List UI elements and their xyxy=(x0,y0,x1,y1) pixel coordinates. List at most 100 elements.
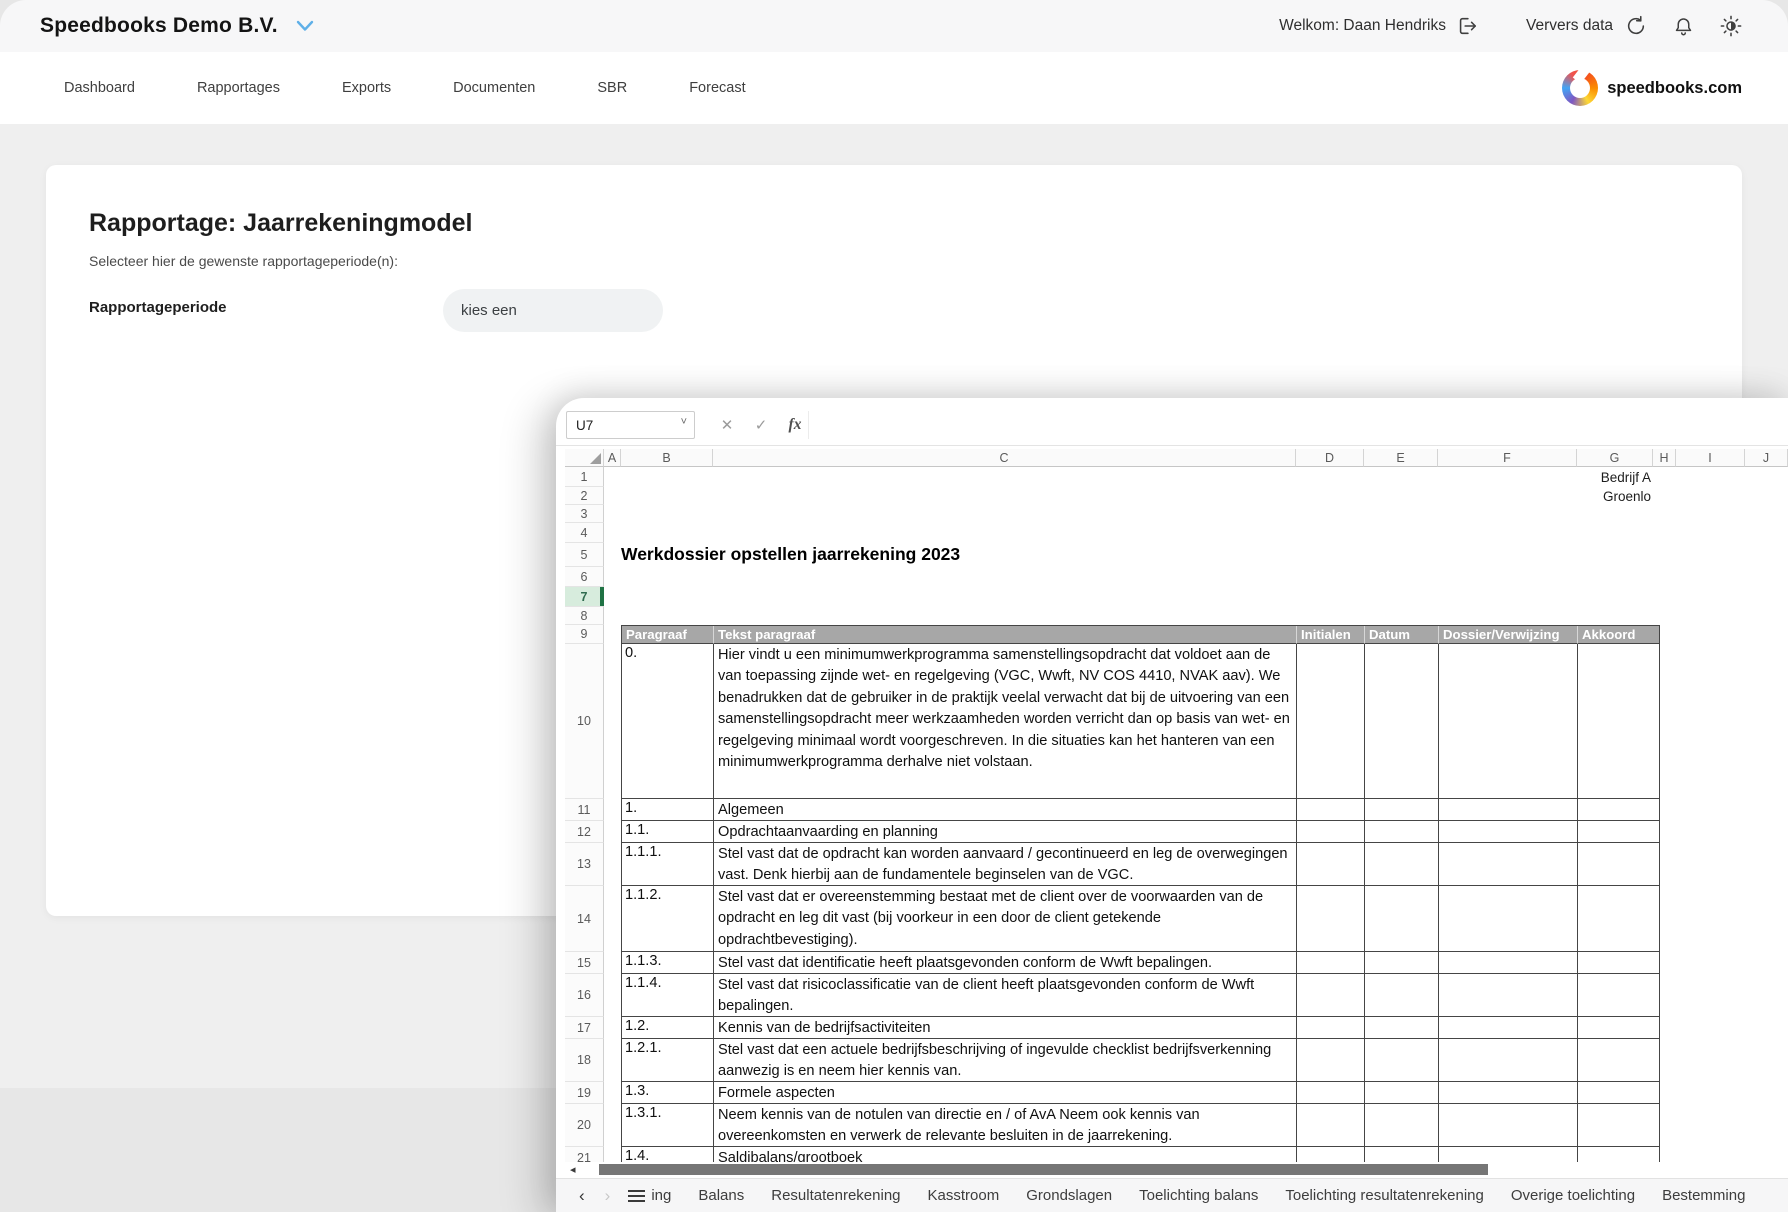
initialen-cell-18[interactable] xyxy=(1297,1039,1365,1082)
dossier-verwijzing-cell-15[interactable] xyxy=(1439,952,1578,974)
sheet-tab-bestemming[interactable]: Bestemming xyxy=(1662,1187,1745,1204)
sheet-tab-ing[interactable]: ing xyxy=(651,1187,671,1204)
datum-cell-19[interactable] xyxy=(1365,1082,1439,1104)
row-header-2[interactable]: 2 xyxy=(565,487,604,505)
sheet-tab-toelichting-resultatenrekening[interactable]: Toelichting resultatenrekening xyxy=(1285,1187,1483,1204)
tekst-cell-11[interactable]: Algemeen xyxy=(714,799,1297,821)
tabs-prev-icon[interactable]: ‹ xyxy=(579,1187,585,1204)
initialen-cell-10[interactable] xyxy=(1297,644,1365,799)
sheet-list-menu-icon[interactable] xyxy=(628,1190,645,1202)
sheet-tab-overige-toelichting[interactable]: Overige toelichting xyxy=(1511,1187,1635,1204)
row-header-9[interactable]: 9 xyxy=(565,625,604,644)
column-header-e[interactable]: E xyxy=(1364,449,1438,467)
dossier-verwijzing-cell-18[interactable] xyxy=(1439,1039,1578,1082)
row-header-20[interactable]: 20 xyxy=(565,1104,604,1147)
cell-g1[interactable]: Bedrijf A xyxy=(1577,467,1653,487)
scroll-left-arrow-icon[interactable]: ◂ xyxy=(570,1163,576,1176)
table-header-initialen[interactable]: Initialen xyxy=(1297,626,1365,644)
row-header-11[interactable]: 11 xyxy=(565,799,604,821)
row-header-15[interactable]: 15 xyxy=(565,952,604,974)
tekst-cell-20[interactable]: Neem kennis van de notulen van directie … xyxy=(714,1104,1297,1147)
tekst-cell-16[interactable]: Stel vast dat risicoclassificatie van de… xyxy=(714,974,1297,1017)
report-period-dropdown[interactable]: kies een xyxy=(443,289,663,332)
row-header-14[interactable]: 14 xyxy=(565,886,604,952)
datum-cell-12[interactable] xyxy=(1365,821,1439,843)
tekst-cell-21[interactable]: Saldibalans/grootboek xyxy=(714,1147,1297,1162)
row-header-19[interactable]: 19 xyxy=(565,1082,604,1104)
dossier-verwijzing-cell-17[interactable] xyxy=(1439,1017,1578,1039)
akkoord-cell-18[interactable] xyxy=(1578,1039,1660,1082)
akkoord-cell-14[interactable] xyxy=(1578,886,1660,952)
paragraaf-cell-18[interactable]: 1.2.1. xyxy=(622,1039,714,1082)
notifications-bell-icon[interactable] xyxy=(1673,15,1694,37)
dossier-verwijzing-cell-16[interactable] xyxy=(1439,974,1578,1017)
initialen-cell-12[interactable] xyxy=(1297,821,1365,843)
column-header-i[interactable]: I xyxy=(1676,449,1745,467)
paragraaf-cell-19[interactable]: 1.3. xyxy=(622,1082,714,1104)
row-header-5[interactable]: 5 xyxy=(565,543,604,567)
dossier-verwijzing-cell-20[interactable] xyxy=(1439,1104,1578,1147)
initialen-cell-20[interactable] xyxy=(1297,1104,1365,1147)
datum-cell-11[interactable] xyxy=(1365,799,1439,821)
insert-function-icon[interactable]: fx xyxy=(782,411,808,439)
column-header-c[interactable]: C xyxy=(713,449,1296,467)
akkoord-cell-16[interactable] xyxy=(1578,974,1660,1017)
akkoord-cell-12[interactable] xyxy=(1578,821,1660,843)
cell-g2[interactable]: Groenlo xyxy=(1577,487,1653,505)
akkoord-cell-15[interactable] xyxy=(1578,952,1660,974)
row-header-17[interactable]: 17 xyxy=(565,1017,604,1039)
row-header-18[interactable]: 18 xyxy=(565,1039,604,1082)
column-header-b[interactable]: B xyxy=(621,449,713,467)
akkoord-cell-11[interactable] xyxy=(1578,799,1660,821)
paragraaf-cell-15[interactable]: 1.1.3. xyxy=(622,952,714,974)
tekst-cell-13[interactable]: Stel vast dat de opdracht kan worden aan… xyxy=(714,843,1297,886)
tabs-next-icon[interactable]: › xyxy=(605,1187,611,1204)
datum-cell-16[interactable] xyxy=(1365,974,1439,1017)
cell-name-box[interactable]: U7 ˅ xyxy=(566,411,695,439)
paragraaf-cell-14[interactable]: 1.1.2. xyxy=(622,886,714,952)
paragraaf-cell-20[interactable]: 1.3.1. xyxy=(622,1104,714,1147)
datum-cell-15[interactable] xyxy=(1365,952,1439,974)
dossier-verwijzing-cell-12[interactable] xyxy=(1439,821,1578,843)
formula-bar-input[interactable] xyxy=(808,411,1788,439)
datum-cell-10[interactable] xyxy=(1365,644,1439,799)
initialen-cell-17[interactable] xyxy=(1297,1017,1365,1039)
datum-cell-21[interactable] xyxy=(1365,1147,1439,1162)
tekst-cell-14[interactable]: Stel vast dat er overeenstemming bestaat… xyxy=(714,886,1297,952)
row-header-21[interactable]: 21 xyxy=(565,1147,604,1162)
row-header-6[interactable]: 6 xyxy=(565,567,604,587)
table-header-akkoord[interactable]: Akkoord xyxy=(1578,626,1660,644)
theme-brightness-icon[interactable] xyxy=(1720,15,1742,37)
logout-icon[interactable] xyxy=(1456,15,1478,37)
paragraaf-cell-12[interactable]: 1.1. xyxy=(622,821,714,843)
akkoord-cell-21[interactable] xyxy=(1578,1147,1660,1162)
tekst-cell-19[interactable]: Formele aspecten xyxy=(714,1082,1297,1104)
dossier-verwijzing-cell-13[interactable] xyxy=(1439,843,1578,886)
paragraaf-cell-10[interactable]: 0. xyxy=(622,644,714,799)
dossier-verwijzing-cell-19[interactable] xyxy=(1439,1082,1578,1104)
row-header-10[interactable]: 10 xyxy=(565,644,604,799)
akkoord-cell-17[interactable] xyxy=(1578,1017,1660,1039)
sheet-tab-balans[interactable]: Balans xyxy=(698,1187,744,1204)
paragraaf-cell-11[interactable]: 1. xyxy=(622,799,714,821)
sheet-tab-resultatenrekening[interactable]: Resultatenrekening xyxy=(771,1187,900,1204)
column-header-h[interactable]: H xyxy=(1653,449,1676,467)
initialen-cell-13[interactable] xyxy=(1297,843,1365,886)
refresh-icon[interactable] xyxy=(1625,15,1647,37)
tekst-cell-18[interactable]: Stel vast dat een actuele bedrijfsbeschr… xyxy=(714,1039,1297,1082)
scrollbar-thumb[interactable] xyxy=(599,1164,1488,1175)
column-header-f[interactable]: F xyxy=(1438,449,1577,467)
row-header-13[interactable]: 13 xyxy=(565,843,604,886)
column-header-d[interactable]: D xyxy=(1296,449,1364,467)
row-header-1[interactable]: 1 xyxy=(565,467,604,487)
sheet-tab-toelichting-balans[interactable]: Toelichting balans xyxy=(1139,1187,1258,1204)
nav-item-rapportages[interactable]: Rapportages xyxy=(197,80,280,96)
tekst-cell-10[interactable]: Hier vindt u een minimumwerkprogramma sa… xyxy=(714,644,1297,799)
akkoord-cell-13[interactable] xyxy=(1578,843,1660,886)
worksheet-title-cell[interactable]: Werkdossier opstellen jaarrekening 2023 xyxy=(621,544,960,565)
initialen-cell-16[interactable] xyxy=(1297,974,1365,1017)
table-header-dossier-verwijzing[interactable]: Dossier/Verwijzing xyxy=(1439,626,1578,644)
paragraaf-cell-21[interactable]: 1.4. xyxy=(622,1147,714,1162)
datum-cell-17[interactable] xyxy=(1365,1017,1439,1039)
row-header-16[interactable]: 16 xyxy=(565,974,604,1017)
